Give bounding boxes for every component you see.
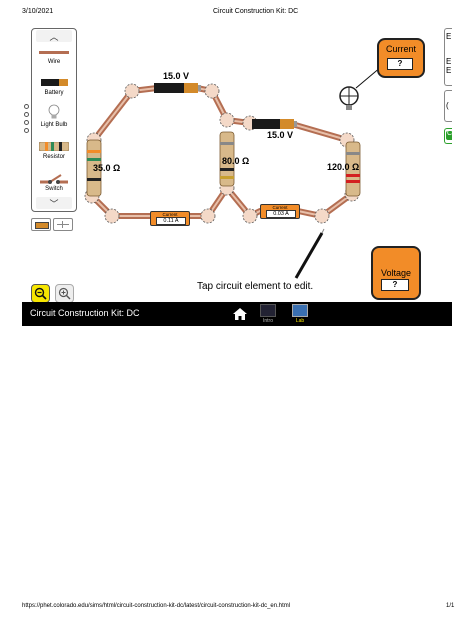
chevron-up-icon: ︿ — [49, 31, 59, 42]
home-icon — [233, 308, 247, 320]
toolbox-page-dots[interactable] — [24, 104, 29, 136]
voltmeter-value: ? — [381, 279, 409, 291]
ammeter-left-value: 0.11 A — [156, 217, 186, 225]
schematic-view-button[interactable] — [53, 218, 73, 231]
toolbox-scroll-up-button[interactable]: ︿ — [36, 30, 72, 42]
voltmeter[interactable]: Voltage ? — [371, 246, 421, 300]
battery-right[interactable] — [252, 119, 297, 129]
toolbox-item-resistor[interactable]: Resistor — [32, 154, 76, 160]
ammeter-left[interactable]: Current 0.11 A — [150, 211, 190, 226]
current-meter[interactable]: Current ? — [377, 38, 425, 78]
simulation-area: ︿ Wire Battery Light Bulb Resistor Switc… — [22, 28, 452, 326]
toolbox-item-switch[interactable]: Switch — [32, 186, 76, 192]
intro-screen-icon — [260, 304, 276, 317]
print-date: 3/10/2021 — [22, 8, 54, 15]
component-toolbox: ︿ Wire Battery Light Bulb Resistor Switc… — [31, 28, 77, 212]
print-title: Circuit Construction Kit: DC — [213, 8, 299, 15]
switch-icon[interactable] — [39, 173, 69, 185]
voltmeter-probe[interactable] — [294, 228, 325, 279]
resistor-right-value[interactable]: 120.0 Ω — [327, 162, 359, 172]
zoom-out-button[interactable] — [31, 284, 50, 303]
zoom-out-icon — [34, 287, 47, 300]
lifelike-view-button[interactable] — [31, 218, 51, 231]
zoom-in-icon — [58, 287, 71, 300]
current-meter-label: Current — [385, 44, 416, 54]
print-page-number: 1/1 — [446, 603, 455, 609]
light-bulb-toolbox-icon[interactable] — [48, 104, 60, 120]
toolbox-item-battery[interactable]: Battery — [32, 90, 76, 96]
current-meter-value: ? — [387, 58, 413, 70]
lab-screen-icon — [292, 304, 308, 317]
battery-left-voltage[interactable]: 15.0 V — [163, 71, 189, 81]
battery-right-voltage[interactable]: 15.0 V — [267, 130, 293, 140]
wire-icon[interactable] — [39, 51, 69, 54]
checkbox-icon: C — [447, 130, 452, 137]
tap-to-edit-hint: Tap circuit element to edit. — [197, 281, 314, 292]
toolbox-item-wire[interactable]: Wire — [32, 59, 76, 65]
right-panel-check[interactable]: C — [444, 128, 452, 144]
sim-title: Circuit Construction Kit: DC — [30, 308, 140, 318]
battery-left[interactable] — [154, 83, 201, 93]
toolbox-scroll-down-button[interactable]: ﹀ — [36, 197, 72, 209]
tab-intro[interactable]: Intro — [258, 304, 278, 324]
right-panel-fragment-top[interactable]: E E E — [444, 28, 452, 86]
battery-icon[interactable] — [41, 79, 59, 86]
ammeter-right[interactable]: Current 0.03 A — [260, 204, 300, 219]
zoom-in-button[interactable] — [55, 284, 74, 303]
toolbox-item-light-bulb[interactable]: Light Bulb — [32, 122, 76, 128]
ammeter-right-value: 0.03 A — [266, 210, 296, 218]
navigation-bar: Circuit Construction Kit: DC Intro Lab — [22, 302, 452, 326]
resistor-middle-value[interactable]: 80.0 Ω — [222, 156, 249, 166]
print-url: https://phet.colorado.edu/sims/html/circ… — [22, 603, 291, 609]
chevron-down-icon: ﹀ — [49, 198, 59, 209]
home-button[interactable] — [230, 304, 250, 324]
right-panel-fragment-middle[interactable]: ( — [444, 90, 452, 122]
resistor-left-value[interactable]: 35.0 Ω — [93, 163, 120, 173]
resistor-icon[interactable] — [39, 142, 69, 151]
tab-lab[interactable]: Lab — [290, 304, 310, 324]
voltmeter-label: Voltage — [380, 268, 412, 278]
light-bulb-icon[interactable] — [339, 86, 359, 110]
